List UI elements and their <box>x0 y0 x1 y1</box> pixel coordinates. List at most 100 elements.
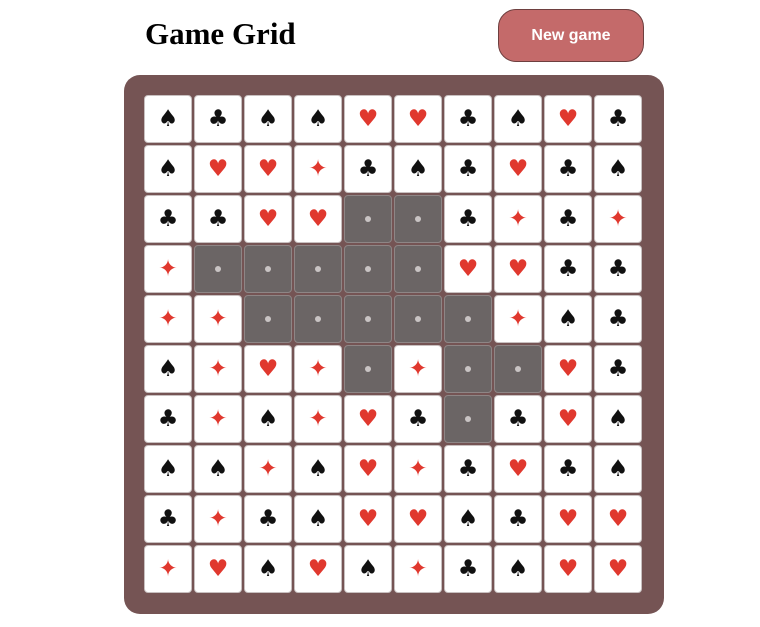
grid-cell[interactable]: ✦ <box>294 145 342 193</box>
grid-cell[interactable]: ✦ <box>594 195 642 243</box>
grid-cell-cleared[interactable] <box>194 245 242 293</box>
grid-cell[interactable]: ♥ <box>244 145 292 193</box>
grid-cell[interactable]: ♥ <box>294 195 342 243</box>
grid-cell[interactable]: ♥ <box>494 145 542 193</box>
grid-cell[interactable]: ♣ <box>494 495 542 543</box>
grid-cell[interactable]: ✦ <box>194 345 242 393</box>
grid-cell[interactable]: ♠ <box>494 95 542 143</box>
grid-cell[interactable]: ✦ <box>394 345 442 393</box>
grid-cell[interactable]: ♥ <box>594 545 642 593</box>
grid-cell[interactable]: ✦ <box>494 295 542 343</box>
grid-cell-cleared[interactable] <box>444 345 492 393</box>
grid-cell[interactable]: ♣ <box>444 145 492 193</box>
grid-cell[interactable]: ♣ <box>444 445 492 493</box>
grid-cell[interactable]: ♠ <box>144 445 192 493</box>
grid-cell[interactable]: ✦ <box>144 295 192 343</box>
grid-cell[interactable]: ♥ <box>394 495 442 543</box>
grid-cell-cleared[interactable] <box>394 295 442 343</box>
grid-cell-cleared[interactable] <box>344 345 392 393</box>
grid-cell[interactable]: ♣ <box>494 395 542 443</box>
grid-cell[interactable]: ✦ <box>494 195 542 243</box>
grid-cell[interactable]: ✦ <box>194 395 242 443</box>
grid-cell[interactable]: ♥ <box>194 145 242 193</box>
grid-cell[interactable]: ♥ <box>594 495 642 543</box>
grid-cell-cleared[interactable] <box>494 345 542 393</box>
grid-cell[interactable]: ♥ <box>444 245 492 293</box>
grid-cell[interactable]: ♥ <box>494 245 542 293</box>
grid-cell-cleared[interactable] <box>244 295 292 343</box>
grid-cell[interactable]: ✦ <box>394 445 442 493</box>
grid-cell[interactable]: ♠ <box>594 445 642 493</box>
grid-cell[interactable]: ♠ <box>244 395 292 443</box>
grid-cell[interactable]: ♣ <box>444 95 492 143</box>
grid-cell[interactable]: ♣ <box>344 145 392 193</box>
grid-cell[interactable]: ♠ <box>294 95 342 143</box>
grid-cell[interactable]: ♣ <box>144 195 192 243</box>
grid-cell[interactable]: ♠ <box>194 445 242 493</box>
grid-cell[interactable]: ✦ <box>394 545 442 593</box>
grid-cell-cleared[interactable] <box>444 295 492 343</box>
grid-cell[interactable]: ♣ <box>594 245 642 293</box>
grid-cell-cleared[interactable] <box>394 195 442 243</box>
grid-cell[interactable]: ♥ <box>294 545 342 593</box>
grid-cell[interactable]: ♣ <box>194 195 242 243</box>
grid-cell[interactable]: ♠ <box>344 545 392 593</box>
grid-cell[interactable]: ✦ <box>144 245 192 293</box>
grid-cell[interactable]: ♥ <box>544 95 592 143</box>
grid-cell[interactable]: ♠ <box>594 145 642 193</box>
grid-cell[interactable]: ♣ <box>544 145 592 193</box>
grid-cell[interactable]: ♠ <box>144 345 192 393</box>
grid-cell-cleared[interactable] <box>294 245 342 293</box>
grid-cell[interactable]: ♠ <box>444 495 492 543</box>
grid-cell[interactable]: ♠ <box>294 445 342 493</box>
grid-cell[interactable]: ♣ <box>544 445 592 493</box>
grid-cell[interactable]: ♣ <box>444 195 492 243</box>
grid-cell[interactable]: ♣ <box>594 295 642 343</box>
grid-cell[interactable]: ♥ <box>244 345 292 393</box>
grid-cell[interactable]: ✦ <box>294 345 342 393</box>
grid-cell-cleared[interactable] <box>344 245 392 293</box>
grid-cell[interactable]: ✦ <box>294 395 342 443</box>
grid-cell[interactable]: ♥ <box>544 345 592 393</box>
grid-cell-cleared[interactable] <box>394 245 442 293</box>
grid-cell[interactable]: ♥ <box>344 445 392 493</box>
grid-cell[interactable]: ♣ <box>594 95 642 143</box>
grid-cell[interactable]: ♥ <box>494 445 542 493</box>
grid-cell[interactable]: ♠ <box>294 495 342 543</box>
grid-cell[interactable]: ♣ <box>144 395 192 443</box>
grid-cell[interactable]: ♣ <box>394 395 442 443</box>
grid-cell[interactable]: ♣ <box>544 195 592 243</box>
grid-cell[interactable]: ✦ <box>244 445 292 493</box>
grid-cell[interactable]: ♠ <box>144 145 192 193</box>
grid-cell[interactable]: ✦ <box>194 495 242 543</box>
grid-cell-cleared[interactable] <box>344 295 392 343</box>
grid-cell[interactable]: ♠ <box>494 545 542 593</box>
new-game-button[interactable]: New game <box>498 9 644 62</box>
grid-cell[interactable]: ♥ <box>244 195 292 243</box>
grid-cell[interactable]: ♠ <box>594 395 642 443</box>
grid-cell[interactable]: ♣ <box>244 495 292 543</box>
grid-cell[interactable]: ♣ <box>544 245 592 293</box>
grid-cell[interactable]: ♣ <box>194 95 242 143</box>
grid-cell-cleared[interactable] <box>444 395 492 443</box>
grid-cell[interactable]: ♠ <box>244 95 292 143</box>
grid-cell[interactable]: ♣ <box>594 345 642 393</box>
grid-cell-cleared[interactable] <box>294 295 342 343</box>
grid-cell[interactable]: ♥ <box>344 495 392 543</box>
grid-cell[interactable]: ♥ <box>544 545 592 593</box>
grid-cell-cleared[interactable] <box>244 245 292 293</box>
grid-cell[interactable]: ♠ <box>544 295 592 343</box>
grid-cell[interactable]: ♥ <box>344 95 392 143</box>
grid-cell-cleared[interactable] <box>344 195 392 243</box>
grid-cell[interactable]: ♥ <box>394 95 442 143</box>
grid-cell[interactable]: ♥ <box>344 395 392 443</box>
grid-cell[interactable]: ✦ <box>144 545 192 593</box>
grid-cell[interactable]: ♣ <box>444 545 492 593</box>
grid-cell[interactable]: ♠ <box>394 145 442 193</box>
grid-cell[interactable]: ♥ <box>544 495 592 543</box>
grid-cell[interactable]: ♥ <box>544 395 592 443</box>
grid-cell[interactable]: ✦ <box>194 295 242 343</box>
grid-cell[interactable]: ♣ <box>144 495 192 543</box>
grid-cell[interactable]: ♠ <box>244 545 292 593</box>
grid-cell[interactable]: ♠ <box>144 95 192 143</box>
